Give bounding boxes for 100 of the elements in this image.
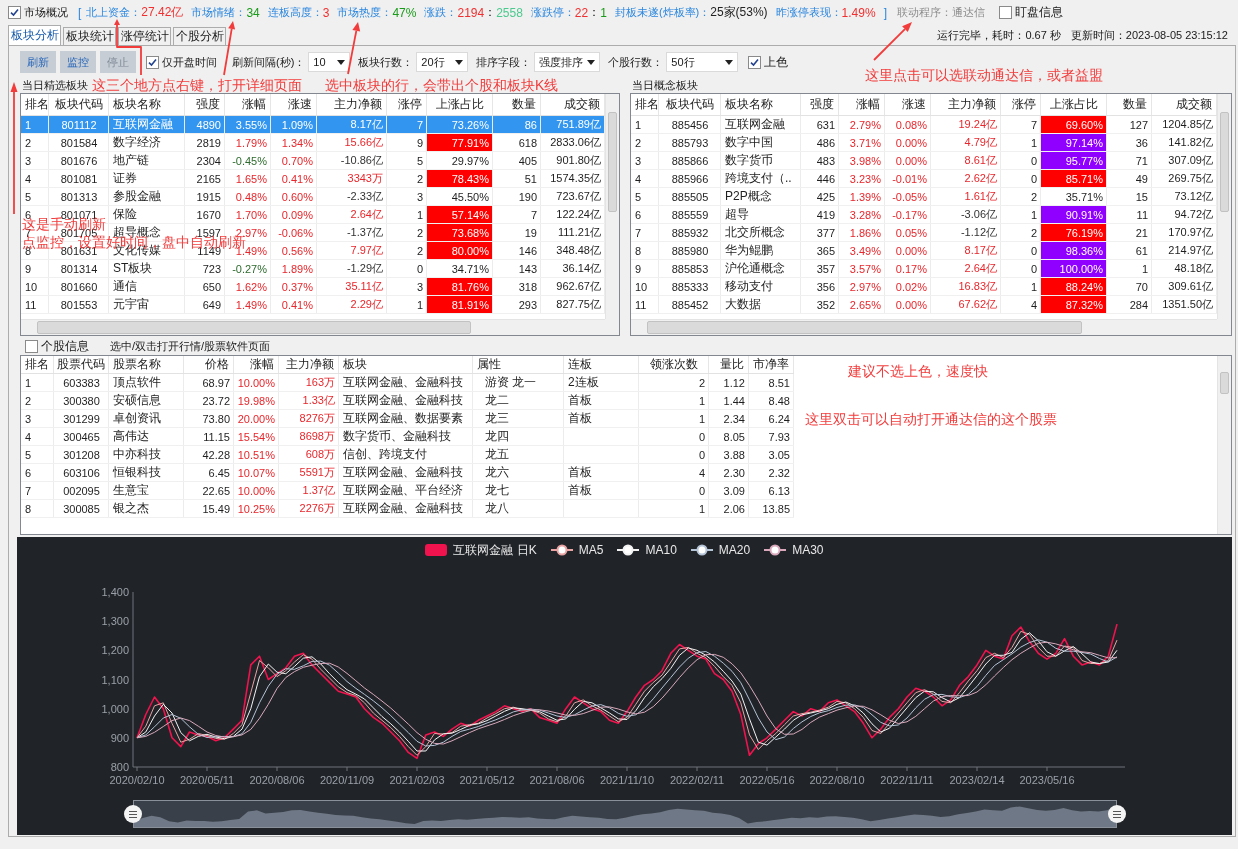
stat-label[interactable]: 昨涨停表现： bbox=[775, 5, 842, 20]
column-header[interactable]: 上涨占比 bbox=[1041, 94, 1107, 115]
table-row[interactable]: 4 801081 证券 2165 1.65% 0.41% 3343万 2 78.43% 51 1574.35亿 bbox=[21, 170, 605, 188]
checkbox[interactable] bbox=[8, 6, 21, 19]
column-header[interactable]: 股票名称 bbox=[109, 356, 184, 373]
toolbar-button[interactable]: 刷新 bbox=[20, 51, 56, 73]
vertical-scrollbar[interactable] bbox=[1217, 94, 1231, 319]
table-cell: 1 bbox=[639, 392, 709, 409]
table-row[interactable]: 9 801314 ST板块 723 -0.27% 1.89% -1.29亿 0 34.71% 143 36.14亿 bbox=[21, 260, 605, 278]
table-cell: 龙七 bbox=[473, 482, 564, 499]
table-cell: 2.79% bbox=[839, 116, 885, 133]
column-header[interactable]: 数量 bbox=[493, 94, 541, 115]
legend-label[interactable]: 互联网金融 日K bbox=[453, 541, 537, 559]
column-header[interactable]: 强度 bbox=[185, 94, 225, 115]
column-header[interactable]: 主力净额 bbox=[317, 94, 387, 115]
stat-label[interactable]: 封板未遂(炸板率)： bbox=[614, 5, 711, 20]
column-header[interactable]: 涨停 bbox=[1001, 94, 1041, 115]
table-row[interactable]: 10 801660 通信 650 1.62% 0.37% 35.11亿 3 81.76% 318 962.67亿 bbox=[21, 278, 605, 296]
column-header[interactable]: 板块代码 bbox=[659, 94, 721, 115]
legend-label[interactable]: MA5 bbox=[578, 543, 604, 557]
column-header[interactable]: 上涨占比 bbox=[427, 94, 493, 115]
column-header[interactable]: 板块 bbox=[339, 356, 473, 373]
column-header[interactable]: 属性 bbox=[473, 356, 564, 373]
column-header[interactable]: 板块名称 bbox=[109, 94, 185, 115]
scrollbar-handle[interactable] bbox=[1108, 805, 1126, 823]
stat-value: 1 bbox=[600, 5, 607, 20]
table-row[interactable]: 10 885333 移动支付 356 2.97% 0.02% 16.83亿 1 88.24% 70 309.61亿 bbox=[631, 278, 1217, 296]
table-cell: 284 bbox=[1107, 296, 1152, 313]
column-header[interactable]: 板块代码 bbox=[49, 94, 109, 115]
horizontal-scrollbar[interactable] bbox=[631, 319, 1217, 335]
horizontal-scrollbar[interactable] bbox=[21, 319, 605, 335]
table-row[interactable]: 11 801553 元宇宙 649 1.49% 0.41% 2.29亿 1 81.91% 293 827.75亿 bbox=[21, 296, 605, 314]
scrollbar-handle[interactable] bbox=[124, 805, 142, 823]
table-cell: 2 bbox=[631, 134, 659, 151]
column-header[interactable]: 板块名称 bbox=[721, 94, 801, 115]
dropdown[interactable]: 强度排序 bbox=[534, 52, 601, 72]
axis-label: 2021/02/03 bbox=[389, 774, 445, 786]
table-row[interactable]: 9 885853 沪伦通概念 357 3.57% 0.17% 2.64亿 0 100.00% 1 48.18亿 bbox=[631, 260, 1217, 278]
column-header[interactable]: 主力净额 bbox=[279, 356, 339, 373]
legend-label[interactable]: MA10 bbox=[645, 543, 677, 557]
tab[interactable]: 板块统计 bbox=[63, 27, 116, 45]
table-row[interactable]: 5 885505 P2P概念 425 1.39% -0.05% 1.61亿 2 35.71% 15 73.12亿 bbox=[631, 188, 1217, 206]
table-row[interactable]: 2 801584 数字经济 2819 1.79% 1.34% 15.66亿 9 77.91% 618 2833.06亿 bbox=[21, 134, 605, 152]
legend-label[interactable]: MA30 bbox=[792, 543, 824, 557]
checkbox[interactable] bbox=[25, 340, 38, 353]
column-header[interactable]: 强度 bbox=[801, 94, 839, 115]
table-row[interactable]: 5 801313 参股金融 1915 0.48% 0.60% -2.33亿 3 45.50% 190 723.67亿 bbox=[21, 188, 605, 206]
table-row[interactable]: 11 885452 大数据 352 2.65% 0.00% 67.62亿 4 87.32% 284 1351.50亿 bbox=[631, 296, 1217, 314]
column-header[interactable]: 涨停 bbox=[387, 94, 427, 115]
table-cell: 2 bbox=[1001, 188, 1041, 205]
table-cell: 沪伦通概念 bbox=[721, 260, 801, 277]
checkbox[interactable] bbox=[748, 55, 762, 69]
table-cell: 互联网金融、金融科技 bbox=[339, 464, 473, 481]
tab[interactable]: 个股分析 bbox=[173, 27, 226, 45]
table-cell: 15.66亿 bbox=[317, 134, 387, 151]
column-header[interactable]: 领涨次数 bbox=[639, 356, 709, 373]
table-cell: 1.79% bbox=[225, 134, 271, 151]
tab[interactable]: 涨停统计 bbox=[118, 27, 171, 45]
column-header[interactable]: 排名 bbox=[21, 94, 49, 115]
table-cell: 0 bbox=[639, 446, 709, 463]
dropdown[interactable]: 50行 bbox=[666, 52, 739, 72]
table-row[interactable]: 3 801676 地产链 2304 -0.45% 0.70% -10.86亿 5 29.97% 405 901.80亿 bbox=[21, 152, 605, 170]
column-header[interactable]: 涨幅 bbox=[839, 94, 885, 115]
table-cell: 龙六 bbox=[473, 464, 564, 481]
toolbar-button[interactable]: 监控 bbox=[60, 51, 96, 73]
vertical-scrollbar[interactable] bbox=[1217, 356, 1231, 534]
column-header[interactable]: 量比 bbox=[709, 356, 749, 373]
column-header[interactable]: 主力净额 bbox=[931, 94, 1001, 115]
table-cell: 801314 bbox=[49, 260, 109, 277]
dropdown[interactable]: 10 bbox=[308, 52, 351, 72]
dropdown[interactable]: 20行 bbox=[416, 52, 469, 72]
table-row[interactable]: 3 885866 数字货币 483 3.98% 0.00% 8.61亿 0 95.77% 71 307.09亿 bbox=[631, 152, 1217, 170]
column-header[interactable]: 市净率 bbox=[749, 356, 794, 373]
checkbox[interactable] bbox=[998, 6, 1012, 19]
table-row[interactable]: 4 885966 跨境支付（.. 446 3.23% -0.01% 2.62亿 0 85.71% 49 269.75亿 bbox=[631, 170, 1217, 188]
table-row[interactable]: 7 885932 北交所概念 377 1.86% 0.05% -1.12亿 2 76.19% 21 170.97亿 bbox=[631, 224, 1217, 242]
checkbox[interactable] bbox=[146, 55, 159, 69]
table-cell: 885980 bbox=[659, 242, 721, 259]
checkbox-label: 盯盘信息 bbox=[1014, 4, 1063, 21]
column-header[interactable]: 数量 bbox=[1107, 94, 1152, 115]
column-header[interactable]: 排名 bbox=[21, 356, 54, 373]
table-row[interactable]: 1 885456 互联网金融 631 2.79% 0.08% 19.24亿 7 69.60% 127 1204.85亿 bbox=[631, 116, 1217, 134]
table-row[interactable]: 8 885980 华为鲲鹏 365 3.49% 0.00% 8.17亿 0 98.36% 61 214.97亿 bbox=[631, 242, 1217, 260]
column-header[interactable]: 涨速 bbox=[271, 94, 317, 115]
legend-label[interactable]: MA20 bbox=[718, 543, 751, 557]
table-cell: 2819 bbox=[185, 134, 225, 151]
table-cell: 3.09 bbox=[709, 482, 749, 499]
stat-value: 2194 bbox=[457, 5, 485, 20]
vertical-scrollbar[interactable] bbox=[605, 94, 619, 319]
column-header[interactable]: 涨幅 bbox=[234, 356, 279, 373]
tab[interactable]: 板块分析 bbox=[8, 25, 61, 45]
column-header[interactable]: 连板 bbox=[564, 356, 639, 373]
column-header[interactable]: 涨速 bbox=[885, 94, 931, 115]
stat-value: ： bbox=[588, 4, 601, 21]
table-row[interactable]: 2 885793 数字中国 486 3.71% 0.00% 4.79亿 1 97.14% 36 141.82亿 bbox=[631, 134, 1217, 152]
column-header[interactable]: 排名 bbox=[631, 94, 659, 115]
column-header[interactable]: 价格 bbox=[184, 356, 234, 373]
column-header[interactable]: 涨幅 bbox=[225, 94, 271, 115]
table-row[interactable]: 6 885559 超导 419 3.28% -0.17% -3.06亿 1 90.91% 11 94.72亿 bbox=[631, 206, 1217, 224]
column-header[interactable]: 股票代码 bbox=[54, 356, 109, 373]
